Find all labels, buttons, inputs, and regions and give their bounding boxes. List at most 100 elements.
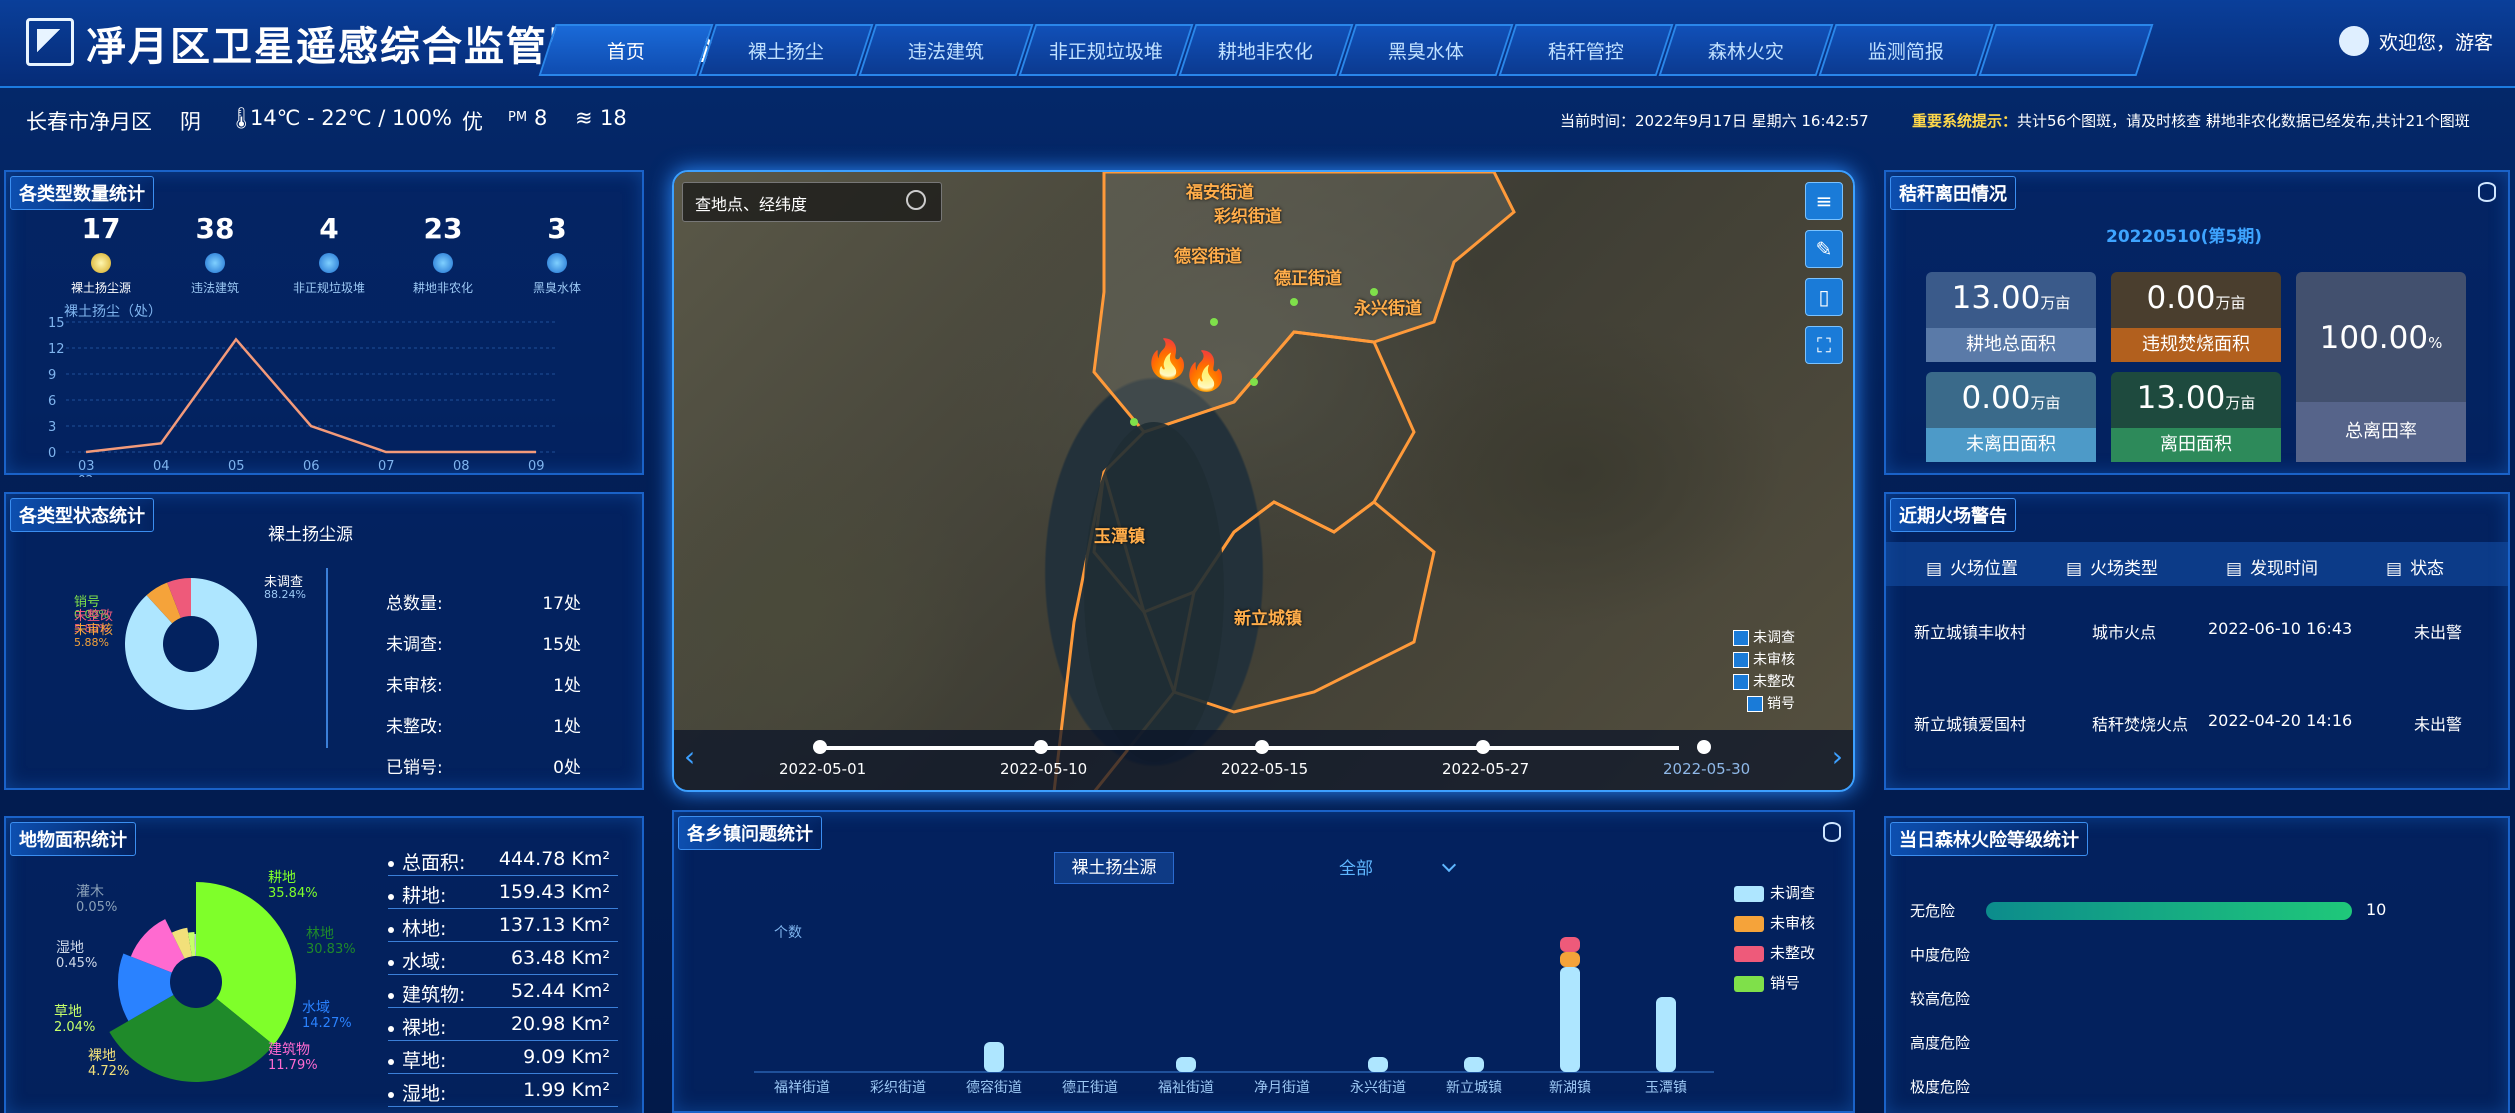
slice-name: 建筑物 xyxy=(268,1042,310,1058)
region-label[interactable]: 德正街道 xyxy=(1274,264,1342,289)
land-row: 林地: 137.13 Km² xyxy=(388,914,618,942)
stat-item[interactable]: 17 裸土扬尘源 xyxy=(46,212,156,296)
checkbox-icon[interactable] xyxy=(1733,630,1749,646)
nav-tab[interactable]: 违法建筑 xyxy=(858,24,1034,76)
chevron-down-icon[interactable] xyxy=(1441,857,1457,873)
timeline-dot[interactable] xyxy=(1255,740,1269,754)
straw-unit: % xyxy=(2428,334,2443,352)
map-search-input[interactable]: 查地点、经纬度 xyxy=(682,182,942,222)
legend-checkbox[interactable]: 未整改 xyxy=(1733,671,1795,691)
stat-value: 17 xyxy=(81,212,121,245)
timeline-label[interactable]: 2022-05-27 xyxy=(1442,760,1529,778)
region-label[interactable]: 玉潭镇 xyxy=(1094,522,1145,547)
nav-tab[interactable]: 森林火灾 xyxy=(1658,24,1834,76)
slice-pct: 88.24% xyxy=(264,588,306,601)
legend-checkbox[interactable]: 未调查 xyxy=(1733,627,1795,647)
checkbox-icon[interactable] xyxy=(1733,652,1749,668)
status-key: 未审核: xyxy=(386,676,443,696)
database-icon[interactable] xyxy=(1823,822,1841,842)
table-header[interactable]: ▤ 火场位置 xyxy=(1926,554,2018,579)
legend-item[interactable]: 未审核 xyxy=(1734,912,1815,933)
y-tick: 3 xyxy=(48,420,56,435)
stat-label: 耕地非农化 xyxy=(412,281,473,295)
region-label[interactable]: 德容街道 xyxy=(1174,242,1242,267)
copy-icon: ▤ xyxy=(2226,559,2243,579)
bar xyxy=(1656,997,1676,1072)
slice-name: 草地 xyxy=(54,1004,82,1020)
timeline[interactable]: ‹ › 2022-05-01 2022-05-10 2022-05-15 2022-0… xyxy=(674,730,1853,790)
stat-item[interactable]: 38 违法建筑 xyxy=(160,212,270,296)
land-row: 湿地: 1.99 Km² xyxy=(388,1079,618,1107)
bullet-icon xyxy=(388,1058,394,1065)
filter-select[interactable]: 全部 xyxy=(1339,854,1373,879)
satellite-map[interactable]: 🔥 🔥 查地点、经纬度 ≡ ✎ ▯ ⛶ 福安街道 彩织街道 德容街道 德正街道 永兴街道… xyxy=(672,170,1855,792)
straw-number: 100.00 xyxy=(2319,320,2429,356)
stat-label: 非正规垃圾堆 xyxy=(292,281,365,295)
region-label[interactable]: 新立城镇 xyxy=(1234,604,1302,629)
table-header[interactable]: ▤ 火场类型 xyxy=(2066,554,2158,579)
x-tick: 新湖镇 xyxy=(1549,1080,1591,1096)
split-view-icon[interactable]: ▯ xyxy=(1805,278,1843,316)
user-area[interactable]: 欢迎您，游客 xyxy=(2338,26,2493,56)
checkbox-icon[interactable] xyxy=(1747,696,1763,712)
stat-item[interactable]: 23 耕地非农化 xyxy=(388,212,498,296)
nav-tab-label: 首页 xyxy=(606,40,645,63)
nav-tab[interactable]: 非正规垃圾堆 xyxy=(1018,24,1194,76)
bar xyxy=(1464,1057,1484,1072)
bullet-icon xyxy=(388,893,394,900)
nav-tab[interactable]: 黑臭水体 xyxy=(1338,24,1514,76)
nav-tab[interactable]: 耕地非农化 xyxy=(1178,24,1354,76)
slice-pct: 0.05% xyxy=(76,900,117,915)
logo-icon xyxy=(26,18,74,66)
nav-tab[interactable]: 裸土扬尘 xyxy=(698,24,874,76)
legend-checkbox[interactable]: 未审核 xyxy=(1733,649,1795,669)
timeline-track[interactable] xyxy=(819,746,1679,750)
database-icon[interactable] xyxy=(2478,182,2496,202)
legend-item[interactable]: 未调查 xyxy=(1734,882,1815,903)
nav-tab[interactable] xyxy=(1978,24,2154,76)
straw-label: 未离田面积 xyxy=(1926,428,2096,462)
table-header[interactable]: ▤ 状态 xyxy=(2386,554,2444,579)
source-dropdown[interactable]: 裸土扬尘源 xyxy=(1054,852,1174,884)
panel-title: 各乡镇问题统计 xyxy=(678,816,822,850)
panel-title: 近期火场警告 xyxy=(1890,498,2016,532)
bullet-icon xyxy=(388,860,394,867)
timeline-label[interactable]: 2022-05-01 xyxy=(779,760,866,778)
legend-item[interactable]: 销号 xyxy=(1734,972,1800,993)
table-header[interactable]: ▤ 发现时间 xyxy=(2226,554,2318,579)
timeline-dot[interactable] xyxy=(813,740,827,754)
timeline-dot[interactable] xyxy=(1697,740,1711,754)
timeline-label[interactable]: 2022-05-10 xyxy=(1000,760,1087,778)
air-quality-text: 优 xyxy=(462,110,483,134)
status-value: 17处 xyxy=(542,594,581,614)
region-label[interactable]: 彩织街道 xyxy=(1214,202,1282,227)
legend-checkbox[interactable]: 销号 xyxy=(1747,693,1795,713)
type-stats-panel: 各类型数量统计 17 裸土扬尘源 38 违法建筑 4 非正规垃圾堆 23 耕地非农化 3 黑臭水体… xyxy=(4,170,644,477)
status-row: 未审核: 1处 xyxy=(386,671,581,696)
checkbox-icon[interactable] xyxy=(1733,674,1749,690)
timeline-next-icon[interactable]: › xyxy=(1832,740,1843,773)
timeline-dot[interactable] xyxy=(1476,740,1490,754)
bullet-icon xyxy=(388,959,394,966)
nav-tab[interactable]: 秸秆管控 xyxy=(1498,24,1674,76)
region-label[interactable]: 福安街道 xyxy=(1186,178,1254,203)
nav-tab[interactable]: 首页 xyxy=(538,24,714,76)
fullscreen-icon[interactable]: ⛶ xyxy=(1805,326,1843,364)
stat-item[interactable]: 4 非正规垃圾堆 xyxy=(274,212,384,296)
info-icon[interactable] xyxy=(906,190,926,210)
stat-item[interactable]: 3 黑臭水体 xyxy=(502,212,612,296)
bar xyxy=(1176,1057,1196,1072)
legend-item[interactable]: 未整改 xyxy=(1734,942,1815,963)
layers-icon[interactable]: ≡ xyxy=(1805,182,1843,220)
timeline-prev-icon[interactable]: ‹ xyxy=(684,740,695,773)
table-cell: 2022-04-20 14:16 xyxy=(2208,711,2353,730)
timeline-label[interactable]: 2022-05-15 xyxy=(1221,760,1308,778)
status-key: 已销号: xyxy=(386,758,443,778)
region-label[interactable]: 永兴街道 xyxy=(1354,294,1422,319)
draw-icon[interactable]: ✎ xyxy=(1805,230,1843,268)
temperature-text: 14℃ - 22℃ / 100% xyxy=(250,106,453,130)
nav-tab[interactable]: 监测简报 xyxy=(1818,24,1994,76)
timeline-dot[interactable] xyxy=(1034,740,1048,754)
avatar-icon[interactable] xyxy=(2338,26,2369,56)
timeline-label[interactable]: 2022-05-30 xyxy=(1663,760,1750,778)
